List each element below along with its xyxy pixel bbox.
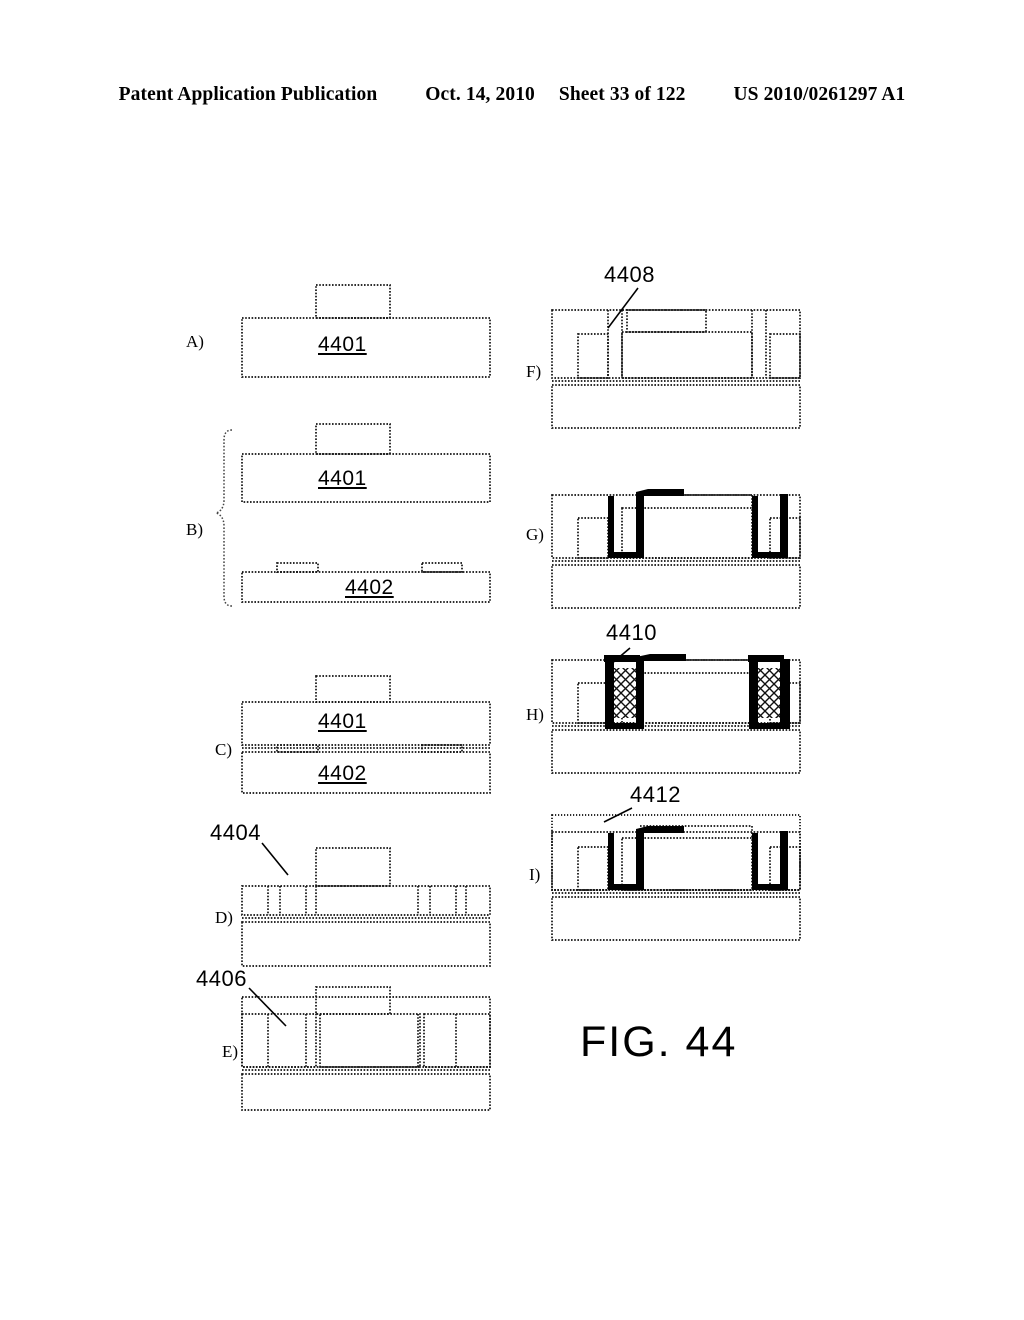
- ref-4402-panel-c: 4402: [318, 762, 367, 785]
- panel-label-b: B): [186, 520, 203, 539]
- panel-label-h: H): [526, 705, 544, 724]
- panel-g-drawing: [551, 494, 801, 609]
- panel-g-trench-liners: [608, 489, 788, 558]
- panel-b-brace: [215, 429, 233, 607]
- ref-4408: 4408: [604, 262, 655, 287]
- panel-a-drawing: [241, 284, 491, 378]
- panel-label-g: G): [526, 525, 544, 544]
- ref-4402-panel-b: 4402: [345, 576, 394, 599]
- panel-label-d: D): [215, 908, 233, 927]
- patent-figure: [0, 0, 1024, 1320]
- ref-4410: 4410: [606, 620, 657, 645]
- panel-h-trench-fill: [604, 654, 790, 729]
- panel-e-drawing: [241, 986, 491, 1111]
- panel-label-f: F): [526, 362, 542, 381]
- ref-4406: 4406: [196, 966, 247, 991]
- panel-label-a: A): [186, 332, 204, 351]
- panel-i-trench-liners: [608, 826, 788, 890]
- figure-caption: FIG. 44: [580, 1018, 738, 1066]
- panel-label-i: I): [529, 865, 541, 884]
- panel-i-drawing: [551, 814, 801, 941]
- panel-d-drawing: [241, 847, 491, 967]
- ref-4401-panel-c: 4401: [318, 710, 367, 733]
- panel-label-c: C): [215, 740, 232, 759]
- ref-4412: 4412: [630, 782, 681, 807]
- panel-f-drawing: [551, 309, 801, 429]
- panel-label-e: E): [222, 1042, 239, 1061]
- ref-4401-panel-a: 4401: [318, 333, 367, 356]
- ref-4404: 4404: [210, 820, 261, 845]
- ref-4401-panel-b: 4401: [318, 467, 367, 490]
